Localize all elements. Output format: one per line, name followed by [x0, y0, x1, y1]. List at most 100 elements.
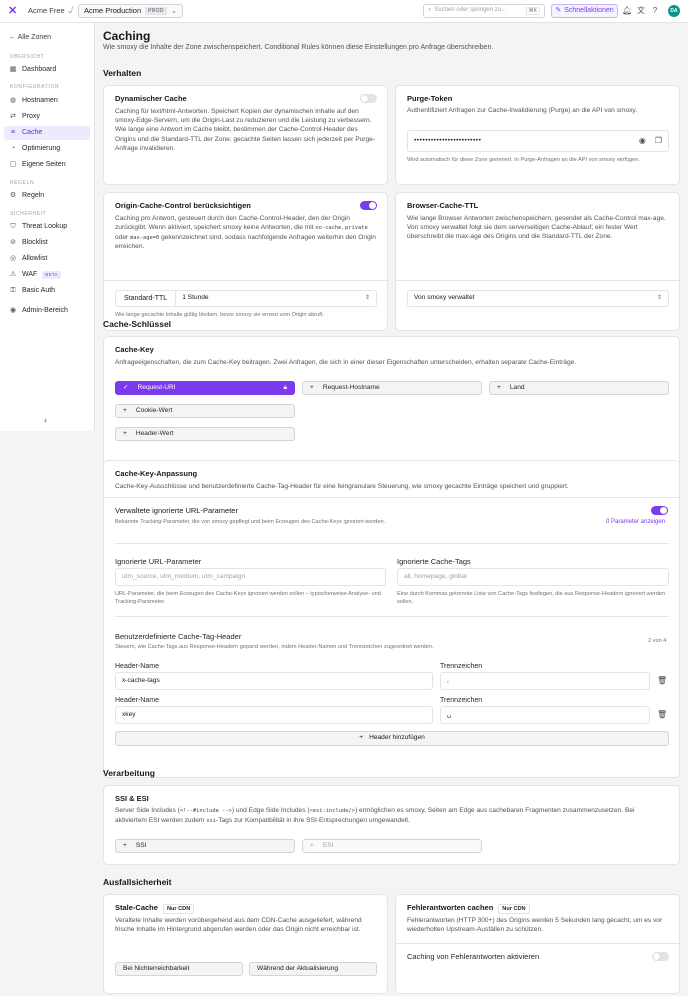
block-icon: ⊘ — [10, 239, 16, 247]
nav-label: Regeln — [22, 192, 45, 200]
header-name-input[interactable]: x-cache-tags — [115, 672, 433, 690]
nav-label: WAF — [22, 271, 38, 279]
page-subtitle: Wie smoxy die Inhalte der Zone zwischens… — [103, 44, 494, 51]
trash-icon[interactable]: 🗑︎ — [657, 710, 667, 720]
option-label: Bei Nichterreichbarkeit — [123, 964, 190, 972]
sidebar-item-proxy[interactable]: ⇄ Proxy — [4, 110, 90, 124]
copy-icon[interactable]: ❐ — [655, 136, 662, 146]
divider — [104, 497, 679, 498]
sidebar-item-allowlist[interactable]: ◎ Allowlist — [4, 252, 90, 266]
sidebar-item-basic-auth[interactable]: ⚿ Basic Auth — [4, 284, 90, 298]
cache-key-chip-request-hostname[interactable]: + Request-Hostname — [302, 381, 482, 395]
cache-key-chip-header-value[interactable]: + Header-Wert — [115, 427, 295, 441]
smoxy-logo-icon[interactable]: ✕ — [8, 5, 18, 17]
ignored-tags-label: Ignorierte Cache-Tags — [397, 557, 471, 566]
error-caching-description: Fehlerantworten (HTTP 300+) des Origins … — [407, 917, 663, 934]
sidebar-item-custom-pages[interactable]: ▢ Eigene Seiten — [4, 158, 90, 172]
avatar[interactable]: DA — [668, 5, 680, 17]
cache-key-customization-title: Cache-Key-Anpassung — [115, 469, 198, 478]
stale-cache-card: Stale-Cache Nur CDN Veraltete Inhalte wer… — [103, 894, 388, 994]
separator-input[interactable]: , — [440, 672, 650, 690]
search-shortcut: ⌘K — [525, 6, 540, 16]
sidebar-item-dashboard[interactable]: ▦ Dashboard — [4, 63, 90, 77]
nav-label: Blocklist — [22, 239, 48, 247]
show-managed-params-link[interactable]: 0 Parameter anzeigen — [606, 519, 665, 527]
section-configuration: KONFIGURATION — [10, 84, 60, 90]
plus-icon: + — [123, 841, 127, 849]
quick-actions-label: Schnellaktionen — [564, 7, 614, 15]
lock-icon: 🔒︎ — [283, 383, 287, 391]
divider — [115, 616, 669, 617]
help-icon[interactable]: ? — [650, 6, 660, 16]
header-name-input[interactable]: xkey — [115, 706, 433, 724]
plus-icon: + — [123, 406, 127, 414]
dynamic-cache-title: Dynamischer Cache — [115, 94, 187, 103]
cache-key-description: Anfrageeigenschaften, die zum Cache-Key … — [115, 359, 577, 366]
main-content: Caching Wie smoxy die Inhalte der Zone z… — [95, 23, 688, 996]
error-caching-toggle[interactable] — [652, 952, 669, 961]
sidebar-item-threat-lookup[interactable]: ⛉ Threat Lookup — [4, 220, 90, 234]
eye-icon[interactable]: ◉ — [639, 136, 646, 146]
chip-label: Request-URI — [137, 383, 176, 391]
tag-header-description: Steuern, wie Cache-Tags aus Response-Hea… — [115, 644, 434, 650]
divider — [115, 543, 669, 544]
header-name-label: Header-Name — [115, 697, 159, 704]
sidebar-item-rules[interactable]: ⚙ Regeln — [4, 189, 90, 203]
tag-header-count: 2 von 4 — [648, 638, 667, 644]
cache-key-title: Cache-Key — [115, 345, 154, 354]
ignored-params-input[interactable]: utm_source, utm_medium, utm_campaign — [115, 568, 386, 586]
sidebar-item-cache[interactable]: ≡ Cache — [4, 126, 90, 140]
chip-label: Header-Wert — [135, 429, 174, 437]
chip-label: Request-Hostname — [322, 383, 380, 391]
separator-value: ␣ — [447, 710, 452, 718]
zone-switcher[interactable]: Acme Free ⌄ — [28, 6, 73, 16]
search-icon: ⌕ — [428, 7, 432, 14]
trash-icon[interactable]: 🗑︎ — [657, 676, 667, 686]
sidebar-item-hostnames[interactable]: ◍ Hostnamen — [4, 94, 90, 108]
ssi-esi-description: Server Side Includes (<!--#include -->) … — [115, 807, 635, 824]
environment-switcher[interactable]: Acme Production PROD ⌄ — [78, 4, 184, 18]
stale-while-revalidate-option[interactable]: Während der Aktualisierung — [249, 962, 377, 976]
nav-label: Eigene Seiten — [22, 161, 66, 169]
plus-icon: + — [310, 841, 314, 849]
cache-key-chip-country[interactable]: + Land — [489, 381, 669, 395]
sidebar-item-admin[interactable]: ◉ Admin-Bereich — [4, 304, 90, 318]
default-ttl-label: Standard-TTL — [116, 291, 177, 306]
cache-key-card: Cache-Key Anfrageeigenschaften, die zum … — [103, 336, 680, 476]
bell-icon[interactable]: 🔔︎ — [622, 6, 632, 16]
default-ttl-select[interactable]: Standard-TTL 1 Stunde ⇕ — [115, 290, 377, 307]
origin-cache-control-title: Origin-Cache-Control berücksichtigen — [115, 201, 251, 210]
stale-on-unreachable-option[interactable]: Bei Nichterreichbarkeit — [115, 962, 243, 976]
section-behavior-heading: Verhalten — [103, 68, 142, 78]
browser-cache-ttl-select[interactable]: Von smoxy verwaltet ⇕ — [407, 290, 669, 307]
sidebar-item-optimization[interactable]: ◔ Optimierung — [4, 142, 90, 156]
purge-token-field[interactable]: •••••••••••••••••••••••• ◉ ❐ — [407, 130, 669, 152]
chip-label: Land — [509, 383, 525, 391]
sidebar-item-blocklist[interactable]: ⊘ Blocklist — [4, 236, 90, 250]
search-input[interactable]: ⌕ Suchen oder springen zu... ⌘K — [423, 4, 545, 18]
option-label: Während der Aktualisierung — [257, 964, 339, 972]
quick-actions-button[interactable]: ✎ Schnellaktionen — [551, 4, 618, 18]
cache-key-chip-cookie-value[interactable]: + Cookie-Wert — [115, 404, 295, 418]
managed-params-description: Bekannte Tracking-Parameter, die von smo… — [115, 519, 386, 525]
separator-label: Trennzeichen — [440, 663, 483, 670]
nav-label: Hostnamen — [22, 97, 58, 105]
sidebar-item-waf[interactable]: ⚠ WAF BETA — [4, 268, 90, 282]
managed-params-toggle[interactable] — [651, 506, 668, 515]
esi-chip[interactable]: + ESI — [302, 839, 482, 853]
purge-token-card: Purge-Token Authentifiziert Anfragen zur… — [395, 85, 680, 185]
back-to-zones-link[interactable]: ← Alle Zonen — [9, 33, 51, 42]
back-label: Alle Zonen — [17, 34, 52, 41]
collapse-sidebar-icon[interactable]: ‹ — [44, 415, 47, 427]
add-header-button[interactable]: + Header hinzufügen — [115, 731, 669, 746]
ssi-chip[interactable]: + SSI — [115, 839, 295, 853]
nav-label: Optimierung — [22, 145, 61, 153]
origin-cache-control-toggle[interactable] — [360, 201, 377, 210]
translate-icon[interactable]: 文 — [636, 6, 646, 16]
ignored-params-label: Ignorierte URL-Parameter — [115, 557, 202, 566]
separator-input[interactable]: ␣ — [440, 706, 650, 724]
section-processing-heading: Verarbeitung — [103, 768, 155, 778]
cache-key-chip-request-uri[interactable]: ✓ Request-URI 🔒︎ — [115, 381, 295, 395]
dynamic-cache-toggle[interactable] — [360, 94, 377, 103]
ignored-tags-input[interactable]: all, homepage, global — [397, 568, 669, 586]
